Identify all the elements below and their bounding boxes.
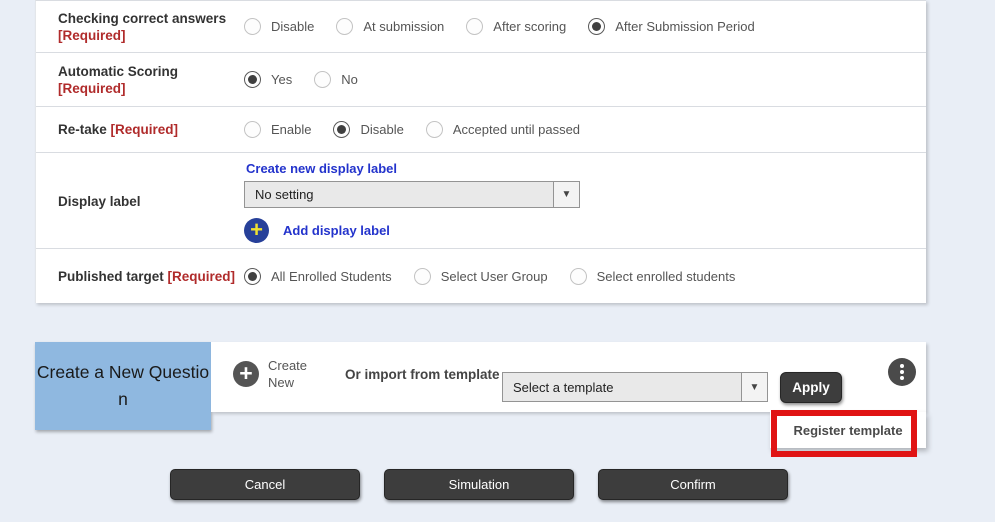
form-row-retake: Re-take [Required] Enable Disable Accept… (36, 107, 926, 153)
radio-option-all-enrolled-students[interactable]: All Enrolled Students (244, 268, 392, 285)
confirm-button[interactable]: Confirm (598, 469, 788, 500)
radio-label: Disable (271, 19, 314, 34)
radio-icon[interactable] (244, 18, 261, 35)
radio-label: All Enrolled Students (271, 269, 392, 284)
field-label: Published target [Required] (36, 268, 244, 285)
field-label-text: Display label (58, 194, 141, 209)
radio-option-no[interactable]: No (314, 71, 358, 88)
create-question-toolbar: Create New Or import from template Selec… (211, 342, 926, 412)
radio-option-at-submission[interactable]: At submission (336, 18, 444, 35)
template-select-value: Select a template (503, 380, 613, 395)
required-badge: [Required] (168, 269, 236, 284)
radio-label: Yes (271, 72, 292, 87)
radio-label: Accepted until passed (453, 122, 580, 137)
radio-icon[interactable] (336, 18, 353, 35)
form-row-published-target: Published target [Required] All Enrolled… (36, 249, 926, 304)
chevron-down-icon[interactable] (741, 373, 767, 401)
radio-icon[interactable] (588, 18, 605, 35)
display-label-controls: Create new display label No setting Add … (244, 153, 926, 249)
radio-option-select-user-group[interactable]: Select User Group (414, 268, 548, 285)
field-label-text: Automatic Scoring (58, 64, 178, 79)
radio-group-checking-correct-answers: Disable At submission After scoring Afte… (244, 18, 926, 35)
more-options-kebab-icon[interactable] (888, 358, 916, 386)
display-label-select[interactable]: No setting (244, 181, 580, 208)
radio-group-published-target: All Enrolled Students Select User Group … (244, 268, 926, 285)
required-badge: [Required] (111, 122, 179, 137)
radio-label: Select User Group (441, 269, 548, 284)
radio-icon[interactable] (244, 268, 261, 285)
required-badge: [Required] (58, 28, 126, 43)
radio-group-automatic-scoring: Yes No (244, 71, 926, 88)
quiz-settings-page: Checking correct answers [Required] Disa… (0, 0, 995, 522)
radio-option-accepted-until-passed[interactable]: Accepted until passed (426, 121, 580, 138)
radio-label: After scoring (493, 19, 566, 34)
radio-icon[interactable] (426, 121, 443, 138)
radio-label: After Submission Period (615, 19, 754, 34)
section-title: Create a New Question (35, 359, 211, 413)
radio-label: Select enrolled students (597, 269, 736, 284)
field-label-text: Re-take (58, 122, 107, 137)
radio-label: At submission (363, 19, 444, 34)
plus-icon (244, 218, 269, 243)
radio-option-after-scoring[interactable]: After scoring (466, 18, 566, 35)
create-new-button[interactable]: Create New (233, 357, 320, 391)
required-badge: [Required] (58, 81, 126, 96)
field-label: Re-take [Required] (36, 121, 244, 138)
add-display-label-button[interactable]: Add display label (244, 218, 390, 243)
radio-option-disable[interactable]: Disable (244, 18, 314, 35)
radio-option-enable[interactable]: Enable (244, 121, 311, 138)
register-template-menu-item[interactable]: Register template (793, 423, 902, 438)
radio-icon[interactable] (244, 71, 261, 88)
field-label: Display label (36, 193, 244, 210)
radio-icon[interactable] (414, 268, 431, 285)
cancel-button[interactable]: Cancel (170, 469, 360, 500)
apply-button[interactable]: Apply (780, 372, 842, 403)
plus-icon (233, 361, 259, 387)
quiz-settings-form: Checking correct answers [Required] Disa… (35, 0, 926, 303)
section-header-create-new-question: Create a New Question (35, 342, 211, 430)
form-row-checking-correct-answers: Checking correct answers [Required] Disa… (36, 1, 926, 53)
form-row-automatic-scoring: Automatic Scoring [Required] Yes No (36, 53, 926, 107)
radio-icon[interactable] (333, 121, 350, 138)
field-label-text: Checking correct answers (58, 11, 226, 26)
radio-label: Disable (360, 122, 403, 137)
template-select[interactable]: Select a template (502, 372, 768, 402)
add-display-label-link[interactable]: Add display label (283, 223, 390, 238)
field-label: Automatic Scoring [Required] (36, 63, 244, 97)
create-new-label: Create New (268, 357, 320, 391)
radio-option-disable[interactable]: Disable (333, 121, 403, 138)
field-label: Checking correct answers [Required] (36, 10, 244, 44)
display-label-select-value: No setting (245, 187, 314, 202)
radio-group-retake: Enable Disable Accepted until passed (244, 121, 926, 138)
field-label-text: Published target (58, 269, 164, 284)
form-row-display-label: Display label Create new display label N… (36, 153, 926, 249)
radio-option-yes[interactable]: Yes (244, 71, 292, 88)
radio-label: Enable (271, 122, 311, 137)
radio-icon[interactable] (314, 71, 331, 88)
kebab-dropdown-menu: Register template (770, 412, 926, 448)
chevron-down-icon[interactable] (553, 182, 579, 207)
radio-icon[interactable] (570, 268, 587, 285)
radio-option-select-enrolled-students[interactable]: Select enrolled students (570, 268, 736, 285)
radio-icon[interactable] (466, 18, 483, 35)
radio-label: No (341, 72, 358, 87)
import-from-template-label: Or import from template (345, 367, 500, 382)
simulation-button[interactable]: Simulation (384, 469, 574, 500)
radio-icon[interactable] (244, 121, 261, 138)
create-new-display-label-link[interactable]: Create new display label (246, 161, 397, 176)
radio-option-after-submission-period[interactable]: After Submission Period (588, 18, 754, 35)
